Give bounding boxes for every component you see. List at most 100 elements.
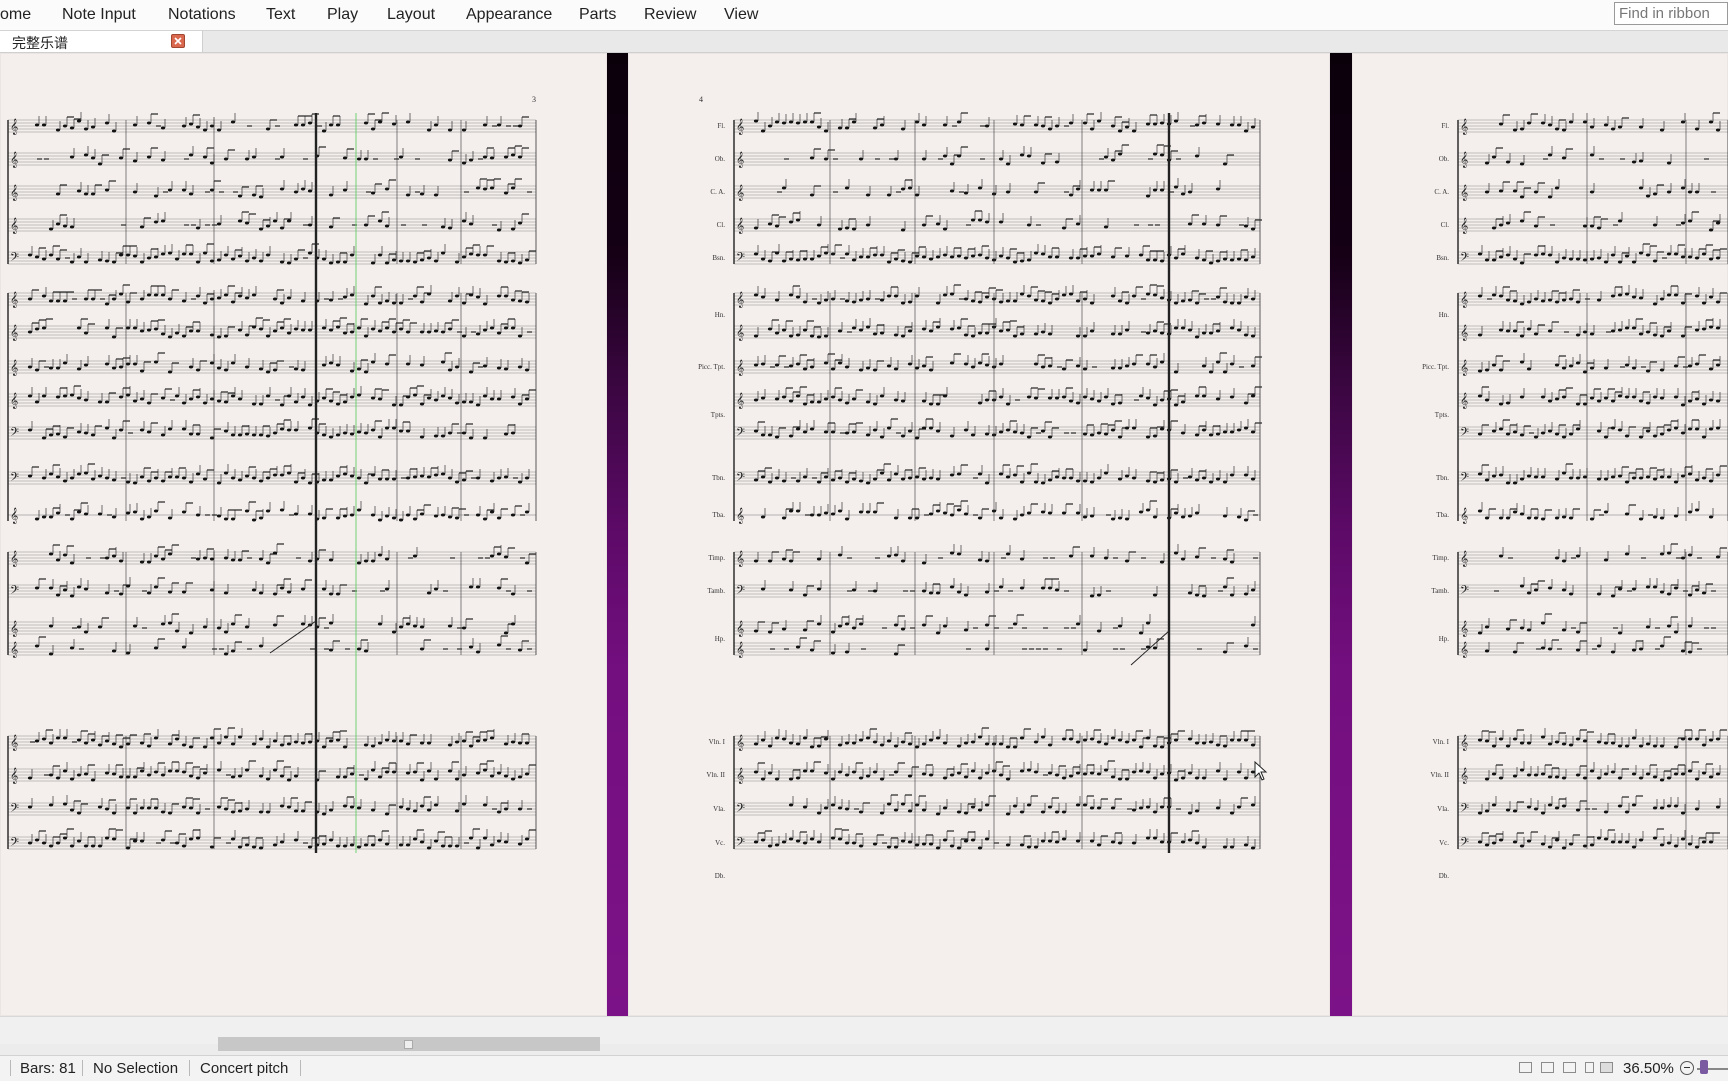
instrument-label: Picc. Tpt. <box>1389 363 1449 371</box>
svg-text:𝄞: 𝄞 <box>10 642 18 658</box>
instrument-label: Tba. <box>1389 511 1449 519</box>
scrollbar-thumb[interactable] <box>218 1037 600 1051</box>
svg-text:𝄢: 𝄢 <box>10 471 19 487</box>
status-concert-pitch[interactable]: Concert pitch <box>200 1060 288 1077</box>
svg-text:𝄢: 𝄢 <box>736 584 745 600</box>
instrument-label: Tba. <box>665 511 725 519</box>
instrument-label: Vln. I <box>665 738 725 746</box>
view-vertical-pages-icon[interactable] <box>1585 1062 1594 1073</box>
instrument-label: Tpts. <box>665 411 725 419</box>
document-tab-title: 完整乐谱 <box>12 33 68 53</box>
instrument-label: Cl. <box>1389 221 1449 229</box>
zoom-level[interactable]: 36.50% <box>1623 1060 1674 1077</box>
ribbon-menu-bar: ome Note Input Notations Text Play Layou… <box>0 0 1728 31</box>
score-notation: 𝄞𝄞𝄞𝄞𝄢𝄞𝄞𝄞𝄞𝄢𝄢𝄞𝄞𝄢𝄞𝄞𝄞𝄞𝄢𝄢 <box>628 53 1330 1016</box>
svg-text:𝄞: 𝄞 <box>10 360 18 376</box>
instrument-label: Timp. <box>1389 554 1449 562</box>
svg-text:𝄞: 𝄞 <box>1460 152 1468 168</box>
menu-home[interactable]: ome <box>0 6 31 24</box>
svg-text:𝄞: 𝄞 <box>10 508 18 524</box>
instrument-label: Fl. <box>1389 122 1449 130</box>
svg-text:𝄞: 𝄞 <box>10 621 18 637</box>
svg-text:𝄞: 𝄞 <box>10 551 18 567</box>
instrument-label: Cl. <box>665 221 725 229</box>
svg-text:𝄞: 𝄞 <box>736 393 744 409</box>
svg-text:𝄞: 𝄞 <box>736 621 744 637</box>
document-tab[interactable]: 完整乐谱 <box>0 31 203 52</box>
menu-review[interactable]: Review <box>644 6 696 24</box>
status-bar: Bars: 81 No Selection Concert pitch 36.5… <box>0 1055 1728 1081</box>
score-page-4: 4 𝄞𝄞𝄞𝄞𝄢𝄞𝄞𝄞𝄞𝄢𝄢𝄞𝄞𝄢𝄞𝄞𝄞𝄞𝄢𝄢 Fl.Ob.C. A.Cl.Bsn… <box>628 53 1330 1016</box>
view-draft-icon[interactable] <box>1600 1062 1613 1073</box>
zoom-out-icon[interactable] <box>1680 1061 1694 1075</box>
menu-layout[interactable]: Layout <box>387 6 435 24</box>
status-separator <box>300 1060 301 1076</box>
instrument-label: Vln. I <box>1389 738 1449 746</box>
instrument-label: Tamb. <box>665 587 725 595</box>
svg-text:𝄞: 𝄞 <box>736 768 744 784</box>
instrument-label: Hn. <box>1389 311 1449 319</box>
svg-text:𝄢: 𝄢 <box>10 426 19 442</box>
score-page-3: 3 𝄞𝄞𝄞𝄞𝄢𝄞𝄞𝄞𝄞𝄢𝄢𝄞𝄞𝄢𝄞𝄞𝄞𝄞𝄢𝄢 <box>0 53 607 1016</box>
svg-text:𝄞: 𝄞 <box>736 508 744 524</box>
status-separator <box>10 1060 11 1076</box>
score-canvas[interactable]: 3 𝄞𝄞𝄞𝄞𝄢𝄞𝄞𝄞𝄞𝄢𝄢𝄞𝄞𝄢𝄞𝄞𝄞𝄞𝄢𝄢 4 𝄞𝄞𝄞𝄞𝄢𝄞𝄞𝄞𝄞𝄢𝄢𝄞𝄞𝄢𝄞… <box>0 53 1728 1016</box>
menu-play[interactable]: Play <box>327 6 358 24</box>
svg-text:𝄞: 𝄞 <box>736 360 744 376</box>
instrument-label: Vln. II <box>1389 771 1449 779</box>
view-spreads-icon[interactable] <box>1541 1062 1554 1073</box>
zoom-slider-handle[interactable] <box>1700 1060 1708 1074</box>
instrument-label: Tpts. <box>1389 411 1449 419</box>
svg-text:𝄞: 𝄞 <box>10 185 18 201</box>
svg-text:𝄞: 𝄞 <box>736 292 744 308</box>
menu-text[interactable]: Text <box>266 6 295 24</box>
status-selection: No Selection <box>93 1060 178 1077</box>
menu-view[interactable]: View <box>724 6 758 24</box>
svg-text:𝄞: 𝄞 <box>10 325 18 341</box>
instrument-label: Ob. <box>1389 155 1449 163</box>
instrument-label: Tbn. <box>665 474 725 482</box>
view-single-pages-icon[interactable] <box>1563 1062 1576 1073</box>
svg-text:𝄞: 𝄞 <box>736 642 744 658</box>
svg-text:𝄢: 𝄢 <box>10 802 19 818</box>
scrollbar-grip-icon[interactable] <box>404 1040 413 1049</box>
mouse-cursor-icon <box>1254 761 1268 781</box>
svg-text:𝄞: 𝄞 <box>10 218 18 234</box>
svg-text:𝄞: 𝄞 <box>10 152 18 168</box>
menu-appearance[interactable]: Appearance <box>466 6 552 24</box>
svg-text:𝄞: 𝄞 <box>10 735 18 751</box>
close-tab-icon[interactable] <box>171 34 185 48</box>
svg-text:𝄞: 𝄞 <box>736 119 744 135</box>
instrument-label: Vc. <box>1389 839 1449 847</box>
svg-text:𝄞: 𝄞 <box>10 393 18 409</box>
svg-text:𝄞: 𝄞 <box>10 768 18 784</box>
svg-text:𝄞: 𝄞 <box>10 119 18 135</box>
svg-text:𝄞: 𝄞 <box>1460 218 1468 234</box>
find-in-ribbon-input[interactable] <box>1614 2 1728 25</box>
svg-text:𝄢: 𝄢 <box>10 251 19 267</box>
instrument-label: Timp. <box>665 554 725 562</box>
horizontal-scrollbar[interactable] <box>0 1016 1728 1044</box>
svg-text:𝄞: 𝄞 <box>10 292 18 308</box>
menu-notations[interactable]: Notations <box>168 6 236 24</box>
instrument-label: Hn. <box>665 311 725 319</box>
menu-parts[interactable]: Parts <box>579 6 616 24</box>
instrument-label: Bsn. <box>665 254 725 262</box>
instrument-label: Vla. <box>1389 805 1449 813</box>
instrument-label: Vln. II <box>665 771 725 779</box>
svg-text:𝄞: 𝄞 <box>736 325 744 341</box>
instrument-label: Bsn. <box>1389 254 1449 262</box>
instrument-label: Hp. <box>665 635 725 643</box>
svg-text:𝄞: 𝄞 <box>736 152 744 168</box>
instrument-label: Db. <box>1389 872 1449 880</box>
instrument-label: Vc. <box>665 839 725 847</box>
svg-text:𝄞: 𝄞 <box>1460 119 1468 135</box>
score-notation: 𝄞𝄞𝄞𝄞𝄢𝄞𝄞𝄞𝄞𝄢𝄢𝄞𝄞𝄢𝄞𝄞𝄞𝄞𝄢𝄢 <box>0 53 607 1016</box>
svg-text:𝄞: 𝄞 <box>736 218 744 234</box>
view-panorama-icon[interactable] <box>1519 1062 1532 1073</box>
instrument-label: C. A. <box>1389 188 1449 196</box>
instrument-label: Tbn. <box>1389 474 1449 482</box>
instrument-label: C. A. <box>665 188 725 196</box>
menu-note-input[interactable]: Note Input <box>62 6 136 24</box>
svg-text:𝄞: 𝄞 <box>736 185 744 201</box>
